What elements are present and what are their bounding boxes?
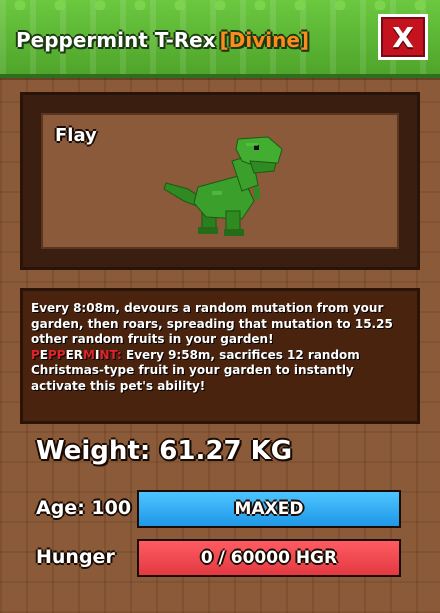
hunger-label: Hunger: [36, 546, 115, 568]
close-icon: X: [392, 20, 414, 54]
hunger-bar-text: 0 / 60000 HGR: [200, 548, 338, 568]
weight-stat: Weight: 61.27 KG: [36, 436, 293, 466]
ability-description: Every 8:08m, devours a random mutation f…: [20, 288, 420, 424]
pet-preview-viewport: Flay: [41, 113, 399, 249]
green-trex-pet-icon: [163, 136, 283, 236]
pet-preview-frame: Flay: [20, 92, 420, 270]
header-bar: Peppermint T-Rex [Divine] X: [0, 0, 440, 78]
close-button[interactable]: X: [378, 14, 428, 60]
mutation-ability-text: PEPPERMINT: Every 9:58m, sacrifices 12 r…: [31, 348, 409, 395]
age-label: Age: 100: [36, 497, 132, 519]
rarity-label: [Divine]: [219, 28, 310, 52]
hunger-progress-bar: 0 / 60000 HGR: [137, 539, 401, 577]
ability-text: Every 8:08m, devours a random mutation f…: [31, 301, 393, 346]
mutation-label: PEPPERMINT:: [31, 347, 122, 362]
pet-nickname: Flay: [55, 125, 97, 146]
pet-title: Peppermint T-Rex [Divine]: [16, 28, 309, 52]
pet-species-name: Peppermint T-Rex: [16, 28, 216, 52]
age-bar-text: MAXED: [234, 499, 304, 519]
header-studs-decoration: [0, 0, 440, 10]
age-progress-bar: MAXED: [137, 490, 401, 528]
pet-info-panel: Peppermint T-Rex [Divine] X Flay Every 8…: [0, 0, 440, 613]
